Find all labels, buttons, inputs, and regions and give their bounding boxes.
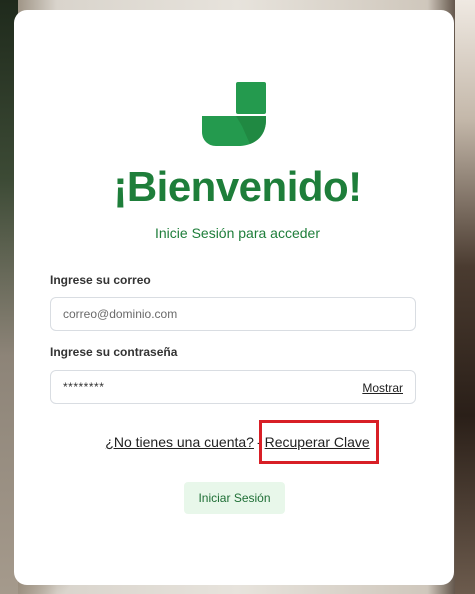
password-label: Ingrese su contraseña [50,345,178,359]
background-person [455,0,475,594]
show-password-link[interactable]: Mostrar [362,381,403,395]
logo-top-block [236,82,266,114]
account-links: ¿No tienes una cuenta? - Recuperar Clave [0,434,475,450]
login-button[interactable]: Iniciar Sesión [184,482,285,514]
highlight-box [259,420,379,464]
email-field[interactable] [50,297,416,331]
password-value: ******** [63,380,105,394]
register-link[interactable]: ¿No tienes una cuenta? [105,434,254,450]
login-subtitle: Inicie Sesión para acceder [155,225,320,241]
email-label: Ingrese su correo [50,273,151,287]
password-field[interactable]: ******** Mostrar [50,370,416,404]
j-logo-icon [202,82,268,146]
j-logo-svg [202,82,266,146]
welcome-title: ¡Bienvenido! [113,163,362,210]
